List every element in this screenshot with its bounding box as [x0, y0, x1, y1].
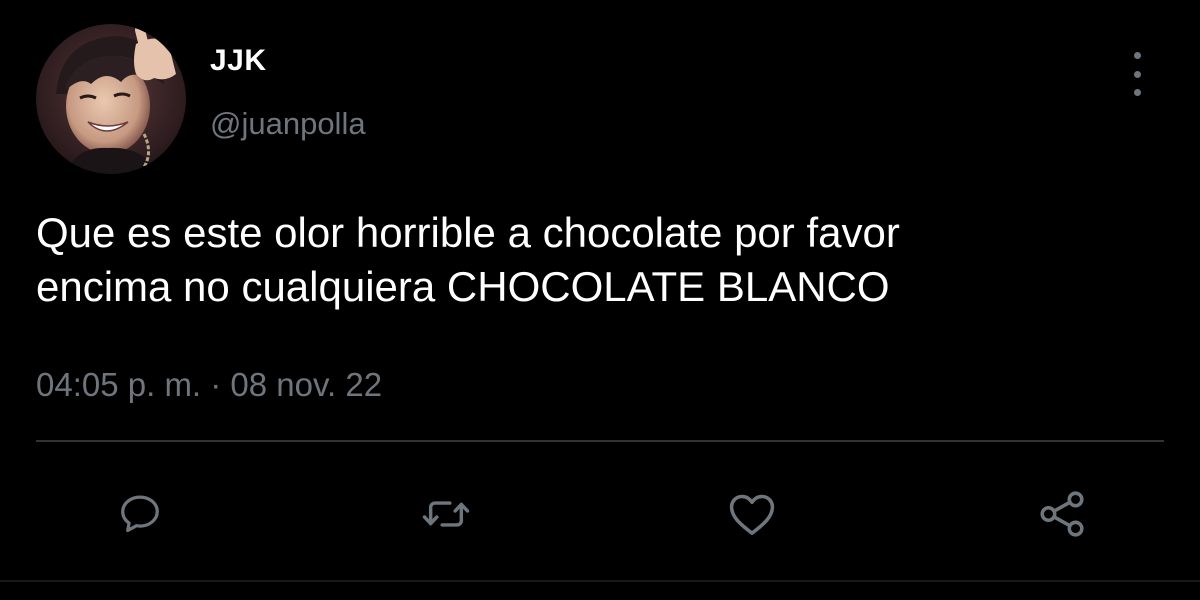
tweet-text-line: encima no cualquiera CHOCOLATE BLANCO: [36, 263, 890, 310]
like-button[interactable]: [720, 484, 784, 544]
avatar-image: [36, 24, 186, 174]
share-icon: [1040, 491, 1084, 537]
retweet-icon: [422, 501, 470, 527]
avatar[interactable]: [36, 24, 186, 174]
more-options-dot: [1133, 89, 1141, 96]
user-handle[interactable]: @juanpolla: [210, 106, 366, 142]
reply-icon: [121, 495, 159, 533]
tweet-text-line: Que es este olor horrible a chocolate po…: [36, 209, 900, 256]
display-name[interactable]: JJK: [210, 44, 267, 78]
tweet-timestamp[interactable]: 04:05 p. m. · 08 nov. 22: [36, 366, 382, 404]
more-options-dot: [1133, 70, 1141, 78]
tweet-text: Que es este olor horrible a chocolate po…: [36, 206, 1156, 314]
more-options-dot: [1133, 52, 1141, 59]
retweet-button[interactable]: [414, 484, 478, 544]
reply-button[interactable]: [108, 484, 172, 544]
divider: [36, 440, 1164, 442]
divider: [0, 580, 1200, 582]
share-button[interactable]: [1030, 484, 1094, 544]
more-options-icon[interactable]: [1122, 52, 1152, 96]
like-icon: [729, 494, 775, 535]
